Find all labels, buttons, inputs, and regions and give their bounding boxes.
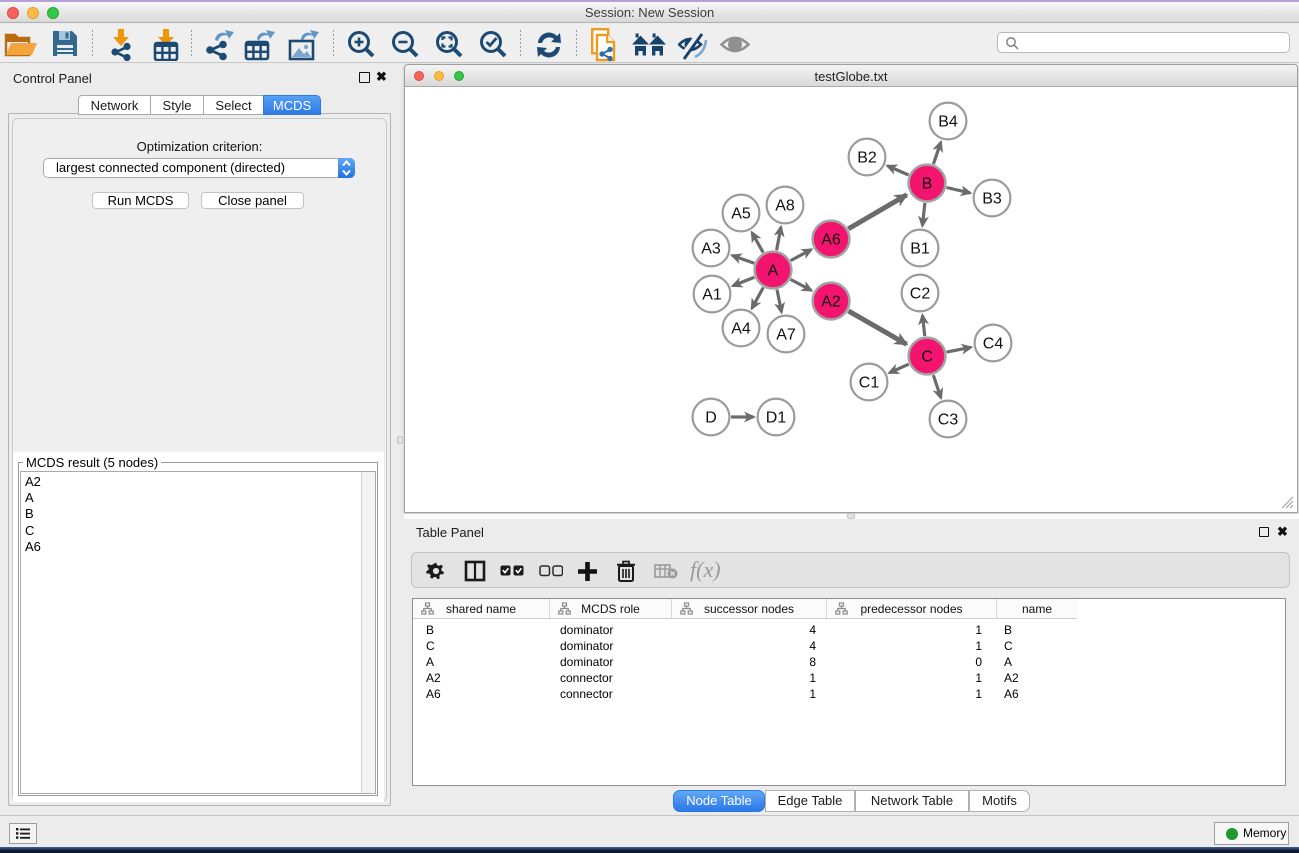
svg-text:A: A bbox=[768, 263, 779, 280]
svg-text:B2: B2 bbox=[857, 150, 877, 167]
svg-text:D1: D1 bbox=[766, 410, 787, 427]
svg-text:A5: A5 bbox=[731, 206, 751, 223]
svg-text:B1: B1 bbox=[910, 241, 930, 258]
svg-text:A7: A7 bbox=[776, 327, 796, 344]
svg-text:A3: A3 bbox=[701, 241, 721, 258]
svg-text:A6: A6 bbox=[821, 232, 841, 249]
svg-text:C3: C3 bbox=[938, 412, 959, 429]
svg-text:C1: C1 bbox=[859, 375, 880, 392]
svg-text:A1: A1 bbox=[702, 287, 722, 304]
svg-text:A8: A8 bbox=[775, 198, 795, 215]
svg-text:C2: C2 bbox=[910, 286, 931, 303]
svg-text:C: C bbox=[921, 349, 933, 366]
svg-text:A2: A2 bbox=[821, 294, 841, 311]
svg-text:B3: B3 bbox=[982, 191, 1002, 208]
svg-text:A4: A4 bbox=[731, 321, 751, 338]
svg-text:B: B bbox=[922, 176, 933, 193]
svg-text:D: D bbox=[705, 410, 717, 427]
svg-text:B4: B4 bbox=[938, 114, 958, 131]
svg-text:C4: C4 bbox=[983, 336, 1004, 353]
